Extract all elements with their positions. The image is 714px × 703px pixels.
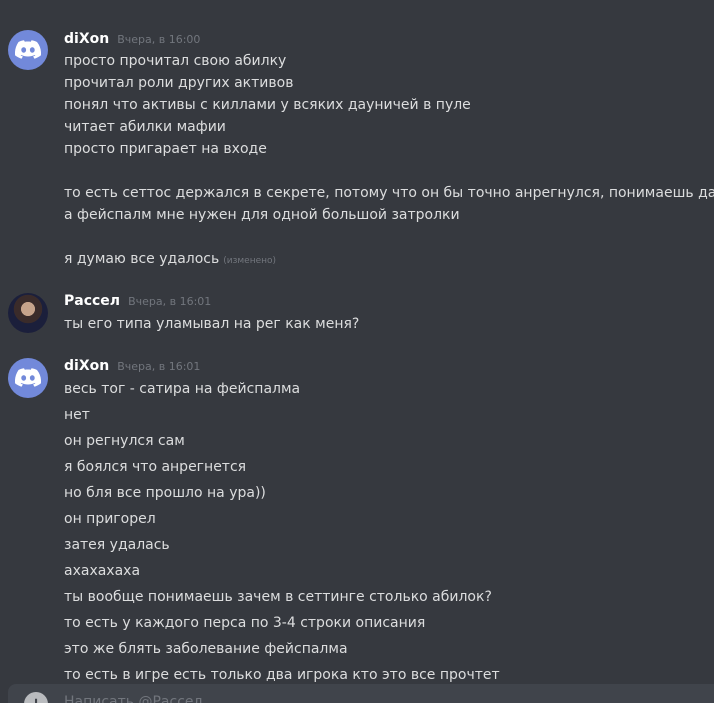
- message-line: но бля все прошло на ура)): [64, 485, 266, 501]
- discord-logo-avatar[interactable]: [8, 30, 48, 70]
- message-line: ты его типа уламывал на рег как меня?: [64, 316, 360, 332]
- discord-logo-icon: [15, 368, 41, 387]
- attach-plus-button[interactable]: +: [24, 692, 48, 703]
- message-line: а фейспалм мне нужен для одной большой з…: [64, 207, 460, 223]
- chat-window: diXon Вчера, в 16:00 просто прочитал сво…: [0, 0, 714, 703]
- message-line: просто прочитал свою абилку: [64, 53, 287, 69]
- message-line-edited: я думаю все удалось (изменено): [64, 248, 276, 272]
- message-text: я думаю все удалось: [64, 251, 220, 267]
- message-line: прочитал роли других активов: [64, 75, 294, 91]
- message-line: он регнулся сам: [64, 433, 185, 449]
- discord-logo-avatar[interactable]: [8, 358, 48, 398]
- timestamp[interactable]: Вчера, в 16:01: [128, 295, 211, 308]
- message-header: Рассел Вчера, в 16:01: [64, 293, 211, 313]
- message-line: читает абилки мафии: [64, 119, 226, 135]
- username[interactable]: diXon: [64, 31, 109, 47]
- message-header: diXon Вчера, в 16:00: [64, 31, 200, 51]
- timestamp[interactable]: Вчера, в 16:01: [117, 360, 200, 373]
- message-line: ты вообще понимаешь зачем в сеттинге сто…: [64, 589, 492, 605]
- username[interactable]: Рассел: [64, 293, 120, 309]
- message-line: то есть в игре есть только два игрока кт…: [64, 667, 500, 683]
- timestamp[interactable]: Вчера, в 16:00: [117, 33, 200, 46]
- username[interactable]: diXon: [64, 358, 109, 374]
- message-line: просто пригарает на входе: [64, 141, 267, 157]
- message-line: затея удалась: [64, 537, 170, 553]
- message-line: то есть у каждого перса по 3-4 строки оп…: [64, 615, 426, 631]
- discord-logo-icon: [15, 40, 41, 59]
- message-line: ахахахаха: [64, 563, 141, 579]
- message-line: это же блять заболевание фейспалма: [64, 641, 348, 657]
- message-line: понял что активы с киллами у всяких даун…: [64, 97, 471, 113]
- message-composer[interactable]: + Написать @Рассел: [8, 684, 714, 703]
- message-line: весь тог - сатира на фейспалма: [64, 381, 301, 397]
- message-header: diXon Вчера, в 16:01: [64, 358, 200, 378]
- edited-label: (изменено): [223, 256, 277, 266]
- message-input[interactable]: Написать @Рассел: [64, 694, 202, 703]
- message-line: я боялся что анрегнется: [64, 459, 247, 475]
- message-line: то есть сеттос держался в секрете, потом…: [64, 185, 714, 201]
- user-photo-avatar[interactable]: [8, 293, 48, 333]
- message-line: он пригорел: [64, 511, 156, 527]
- message-line: нет: [64, 407, 90, 423]
